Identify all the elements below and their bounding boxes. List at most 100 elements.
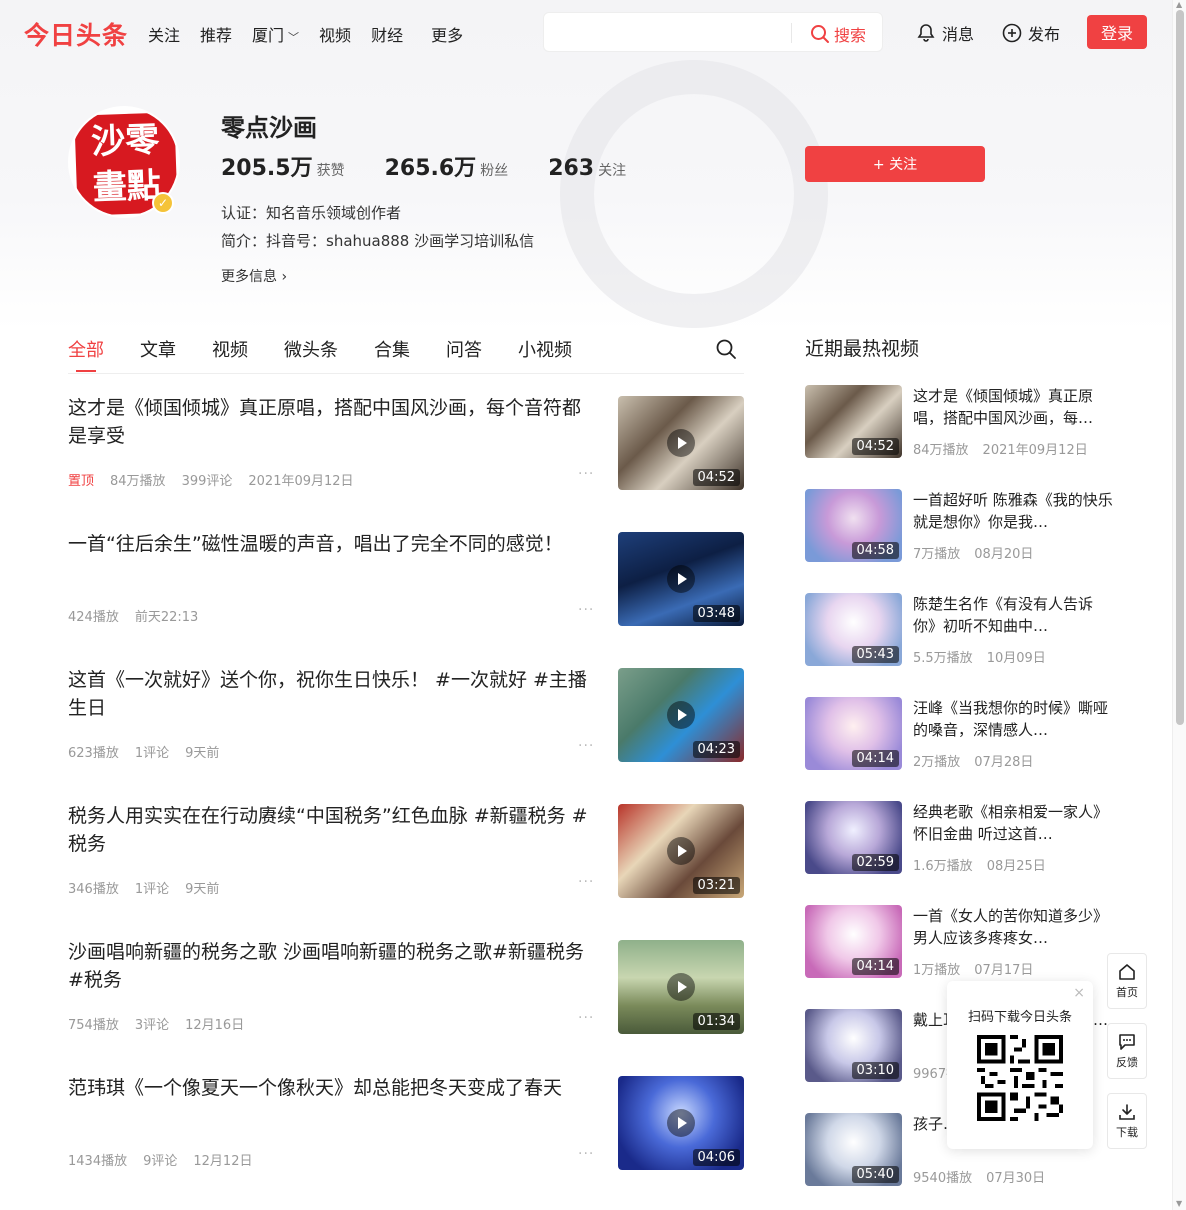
feed-title[interactable]: 这才是《倾国倾城》真正原唱，搭配中国风沙画，每个音符都是享受 xyxy=(68,394,592,450)
video-thumbnail[interactable]: 03:48 xyxy=(618,532,744,626)
follow-button[interactable]: + 关注 xyxy=(805,146,985,182)
hot-video-thumbnail[interactable]: 02:59 xyxy=(805,801,902,874)
hot-video-thumbnail[interactable]: 04:58 xyxy=(805,489,902,562)
stat-likes: 205.5万 获赞 xyxy=(221,150,345,182)
messages-button[interactable]: 消息 xyxy=(916,21,974,45)
tab-search-icon[interactable] xyxy=(715,338,737,360)
stat-fans[interactable]: 265.6万 粉丝 xyxy=(385,150,509,182)
play-icon xyxy=(667,837,695,865)
page-scrollbar[interactable]: ▲ ▼ xyxy=(1172,0,1186,1210)
video-duration: 01:34 xyxy=(692,1013,740,1030)
download-tool-button[interactable]: 下载 xyxy=(1107,1093,1147,1149)
hot-video-thumbnail[interactable]: 04:52 xyxy=(805,385,902,458)
tab-short-videos[interactable]: 小视频 xyxy=(518,336,572,362)
stat-likes-label: 获赞 xyxy=(316,163,345,179)
publish-button[interactable]: 发布 xyxy=(1002,21,1060,45)
hot-video-views: 84万播放 xyxy=(913,443,969,458)
video-thumbnail[interactable]: 04:52 xyxy=(618,396,744,490)
video-duration: 04:14 xyxy=(851,958,899,975)
more-options-icon[interactable]: ··· xyxy=(578,1010,594,1026)
tab-all[interactable]: 全部 xyxy=(68,336,104,372)
hot-video-date: 2021年09月12日 xyxy=(982,443,1088,458)
feed-title[interactable]: 沙画唱响新疆的税务之歌 沙画唱响新疆的税务之歌#新疆税务 #税务 xyxy=(68,938,592,994)
stat-following[interactable]: 263 关注 xyxy=(548,156,626,181)
feed-item[interactable]: 这才是《倾国倾城》真正原唱，搭配中国风沙画，每个音符都是享受 置顶 84万播放 … xyxy=(68,394,744,490)
play-icon xyxy=(667,973,695,1001)
search-button[interactable]: 搜索 xyxy=(810,22,866,46)
video-thumbnail[interactable]: 04:06 xyxy=(618,1076,744,1170)
tab-collections[interactable]: 合集 xyxy=(374,336,410,362)
close-icon[interactable]: × xyxy=(1073,985,1085,1001)
more-options-icon[interactable]: ··· xyxy=(578,602,594,618)
scroll-down-icon[interactable]: ▼ xyxy=(1176,1199,1182,1208)
tab-qa[interactable]: 问答 xyxy=(446,336,482,362)
nav-more[interactable]: 更多 xyxy=(431,22,463,46)
hot-video-title[interactable]: 经典老歌《相亲相爱一家人》怀旧金曲 听过这首… xyxy=(913,801,1113,845)
video-thumbnail[interactable]: 01:34 xyxy=(618,940,744,1034)
hot-video-thumbnail[interactable]: 05:40 xyxy=(805,1113,902,1186)
hot-video-item[interactable]: 05:43 陈楚生名作《有没有人告诉你》初听不知曲中… 5.5万播放 10月09日 xyxy=(805,593,1125,667)
hot-video-date: 07月30日 xyxy=(986,1171,1046,1186)
toutiao-logo[interactable]: 今日头条 xyxy=(24,16,128,52)
feed-date: 前天22:13 xyxy=(134,610,199,625)
search-input[interactable] xyxy=(556,22,786,44)
video-thumbnail[interactable]: 04:23 xyxy=(618,668,744,762)
feed-views: 754播放 xyxy=(68,1018,119,1033)
scroll-up-icon[interactable]: ▲ xyxy=(1176,0,1182,9)
hot-video-title[interactable]: 陈楚生名作《有没有人告诉你》初听不知曲中… xyxy=(913,593,1113,637)
hot-video-item[interactable]: 02:59 经典老歌《相亲相爱一家人》怀旧金曲 听过这首… 1.6万播放 08月2… xyxy=(805,801,1125,875)
feed-title[interactable]: 范玮琪《一个像夏天一个像秋天》却总能把冬天变成了春天 xyxy=(68,1074,592,1102)
hot-video-title[interactable]: 一首《女人的苦你知道多少》男人应该多疼疼女… xyxy=(913,905,1113,949)
login-button[interactable]: 登录 xyxy=(1087,15,1147,49)
qr-code-image xyxy=(977,1035,1063,1121)
feed-title[interactable]: 这首《一次就好》送个你，祝你生日快乐！ #一次就好 #主播生日 xyxy=(68,666,592,722)
play-icon xyxy=(667,701,695,729)
hot-video-item[interactable]: 04:14 一首《女人的苦你知道多少》男人应该多疼疼女… 1万播放 07月17日 xyxy=(805,905,1125,979)
hot-video-thumbnail[interactable]: 04:14 xyxy=(805,697,902,770)
nav-follow[interactable]: 关注 xyxy=(148,22,180,46)
feed-date: 12月16日 xyxy=(185,1018,245,1033)
feed-meta: 754播放 3评论 12月16日 xyxy=(68,1014,244,1033)
hot-video-item[interactable]: 04:52 这才是《倾国倾城》真正原唱，搭配中国风沙画，每… 84万播放 2021… xyxy=(805,385,1125,459)
hot-video-thumbnail[interactable]: 03:10 xyxy=(805,1009,902,1082)
feedback-tool-button[interactable]: 反馈 xyxy=(1107,1023,1147,1079)
nav-video[interactable]: 视频 xyxy=(319,22,351,46)
video-duration: 04:58 xyxy=(851,542,899,559)
nav-city[interactable]: 厦门 ﹀ xyxy=(252,22,299,46)
hot-video-meta: 9540播放 07月30日 xyxy=(913,1167,1045,1186)
hot-video-meta: 84万播放 2021年09月12日 xyxy=(913,439,1088,458)
feed-title[interactable]: 一首“往后余生”磁性温暖的声音，唱出了完全不同的感觉！ xyxy=(68,530,592,558)
tab-videos[interactable]: 视频 xyxy=(212,336,248,362)
video-duration: 03:21 xyxy=(692,877,740,894)
nav-recommend[interactable]: 推荐 xyxy=(200,22,232,46)
feed-title[interactable]: 税务人用实实在在行动赓续“中国税务”红色血脉 #新疆税务 #税务 xyxy=(68,802,592,858)
more-options-icon[interactable]: ··· xyxy=(578,466,594,482)
feed-item[interactable]: 一首“往后余生”磁性温暖的声音，唱出了完全不同的感觉！ 424播放 前天22:1… xyxy=(68,530,744,626)
hot-video-title[interactable]: 这才是《倾国倾城》真正原唱，搭配中国风沙画，每… xyxy=(913,385,1113,429)
home-icon xyxy=(1119,964,1135,980)
scrollbar-thumb[interactable] xyxy=(1176,10,1184,725)
hot-video-title[interactable]: 一首超好听 陈雅森《我的快乐就是想你》你是我… xyxy=(913,489,1113,533)
profile-intro: 简介：抖音号：shahua888 沙画学习培训私信 xyxy=(221,232,535,250)
feed-item[interactable]: 这首《一次就好》送个你，祝你生日快乐！ #一次就好 #主播生日 623播放 1评… xyxy=(68,666,744,762)
more-options-icon[interactable]: ··· xyxy=(578,1146,594,1162)
hot-video-title[interactable]: 汪峰《当我想你的时候》嘶哑的嗓音，深情感人… xyxy=(913,697,1113,741)
hot-video-meta: 2万播放 07月28日 xyxy=(913,751,1033,770)
feed-item[interactable]: 沙画唱响新疆的税务之歌 沙画唱响新疆的税务之歌#新疆税务 #税务 754播放 3… xyxy=(68,938,744,1034)
tab-articles[interactable]: 文章 xyxy=(140,336,176,362)
hot-video-item[interactable]: 04:14 汪峰《当我想你的时候》嘶哑的嗓音，深情感人… 2万播放 07月28日 xyxy=(805,697,1125,771)
feed-item[interactable]: 范玮琪《一个像夏天一个像秋天》却总能把冬天变成了春天 1434播放 9评论 12… xyxy=(68,1074,744,1170)
more-info-link[interactable]: 更多信息 › xyxy=(221,266,287,286)
more-options-icon[interactable]: ··· xyxy=(578,738,594,754)
home-tool-button[interactable]: 首页 xyxy=(1107,953,1147,1009)
hot-video-thumbnail[interactable]: 05:43 xyxy=(805,593,902,666)
tab-micro[interactable]: 微头条 xyxy=(284,336,338,362)
video-duration: 03:48 xyxy=(692,605,740,622)
video-thumbnail[interactable]: 03:21 xyxy=(618,804,744,898)
nav-finance[interactable]: 财经 xyxy=(371,22,403,46)
feed-comments: 1评论 xyxy=(134,882,170,897)
more-options-icon[interactable]: ··· xyxy=(578,874,594,890)
hot-video-item[interactable]: 04:58 一首超好听 陈雅森《我的快乐就是想你》你是我… 7万播放 08月20日 xyxy=(805,489,1125,563)
hot-video-thumbnail[interactable]: 04:14 xyxy=(805,905,902,978)
feed-item[interactable]: 税务人用实实在在行动赓续“中国税务”红色血脉 #新疆税务 #税务 346播放 1… xyxy=(68,802,744,898)
